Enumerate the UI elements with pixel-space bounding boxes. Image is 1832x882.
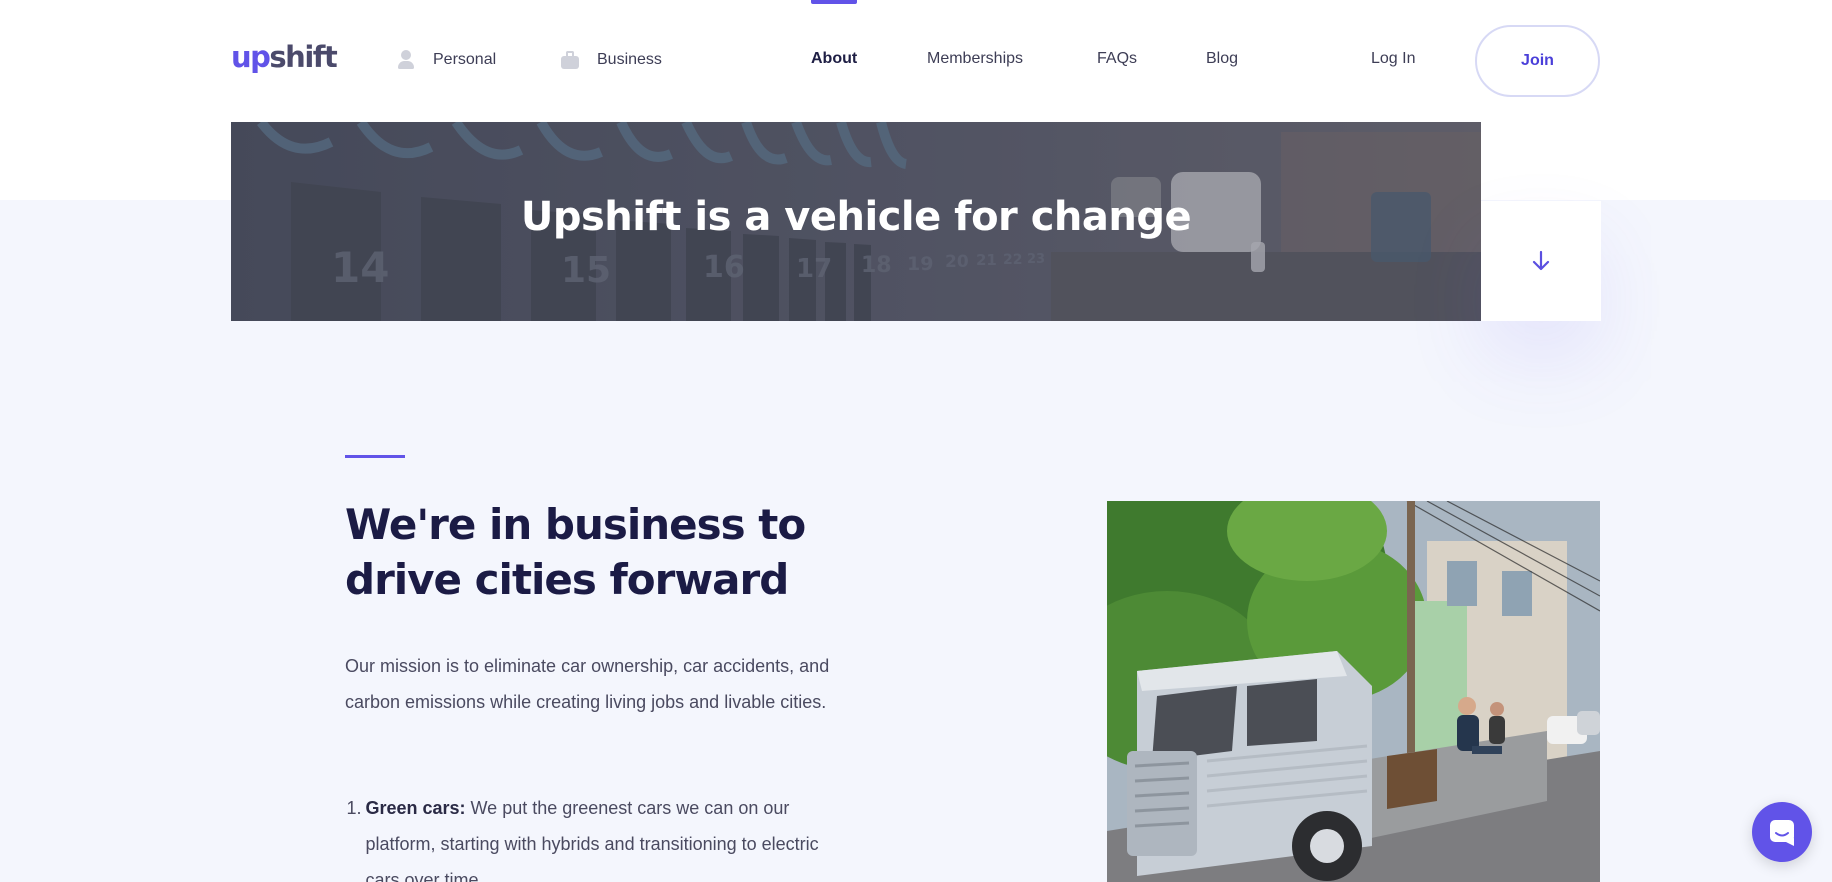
person-icon xyxy=(397,50,415,70)
arrow-down-icon xyxy=(1532,250,1550,271)
segment-personal-label: Personal xyxy=(433,51,497,68)
nav-memberships[interactable]: Memberships xyxy=(927,50,1023,68)
join-button[interactable]: Join xyxy=(1475,25,1600,97)
nav-about[interactable]: About xyxy=(811,50,857,68)
active-nav-indicator xyxy=(811,0,857,4)
principles-list: 1. Green cars: We put the greenest cars … xyxy=(345,790,825,882)
section-headline: We're in business to drive cities forwar… xyxy=(345,500,806,604)
chat-icon xyxy=(1770,820,1794,846)
segment-business-label: Business xyxy=(597,51,662,68)
upshift-logo[interactable]: upshift xyxy=(231,40,338,74)
list-item-title: Green cars: xyxy=(365,798,466,818)
site-header: upshift Personal Business About Membersh… xyxy=(0,0,1832,122)
segment-personal[interactable]: Personal xyxy=(397,50,496,70)
mission-text: Our mission is to eliminate car ownershi… xyxy=(345,656,830,712)
list-item-number: 1. xyxy=(346,798,362,818)
hero-banner: 14 15 16 17 18 19 20 21 22 23 Upshift is… xyxy=(231,122,1481,321)
login-link[interactable]: Log In xyxy=(1371,50,1415,68)
nav-blog[interactable]: Blog xyxy=(1206,50,1238,68)
nav-faqs[interactable]: FAQs xyxy=(1097,50,1137,68)
truck-image xyxy=(1107,501,1600,882)
scroll-down-button[interactable] xyxy=(1481,201,1601,321)
section-accent-line xyxy=(345,455,405,458)
truck-photo xyxy=(1107,501,1600,882)
briefcase-icon xyxy=(561,50,579,70)
chat-launcher-button[interactable] xyxy=(1752,802,1812,862)
segment-business[interactable]: Business xyxy=(561,50,662,70)
hero-title: Upshift is a vehicle for change xyxy=(520,194,1192,240)
list-item: 1. Green cars: We put the greenest cars … xyxy=(345,790,825,882)
